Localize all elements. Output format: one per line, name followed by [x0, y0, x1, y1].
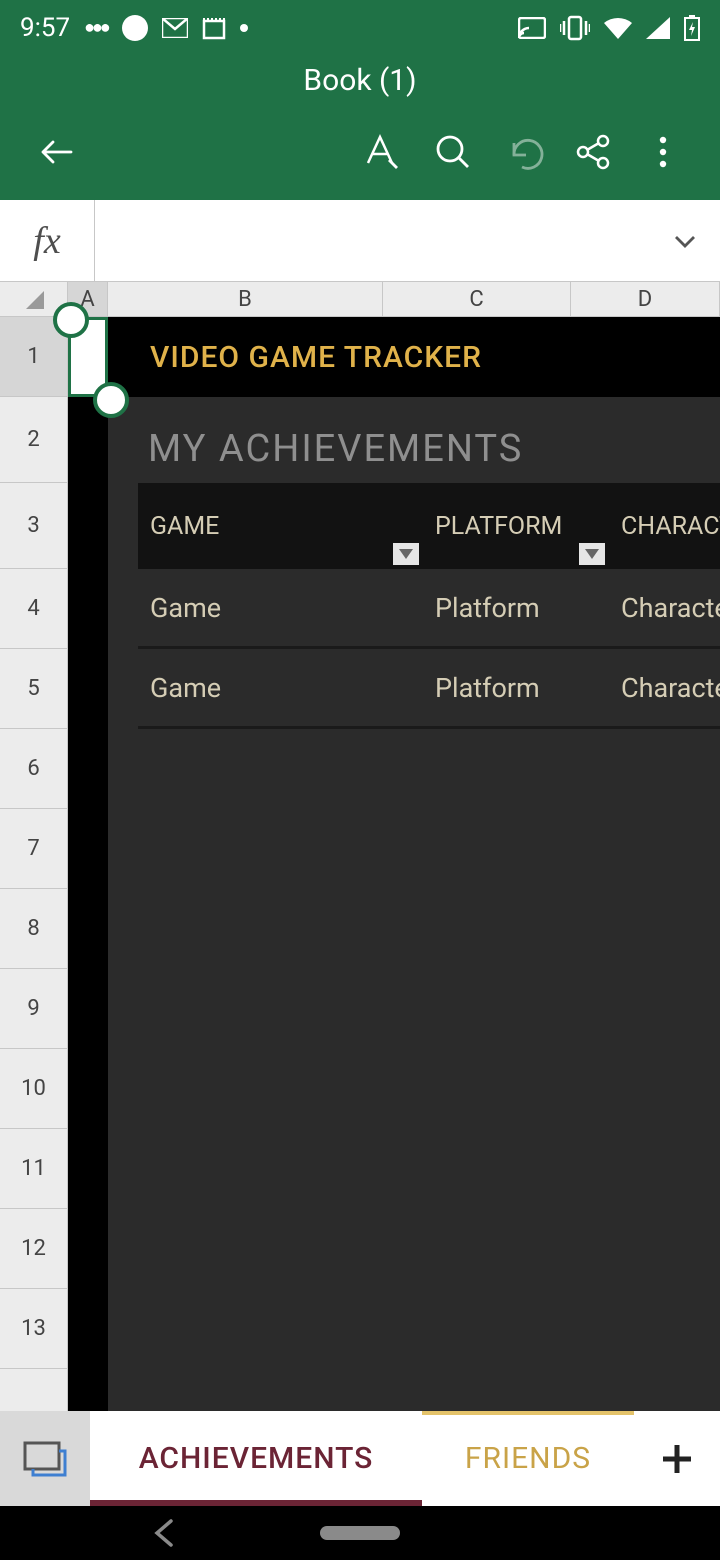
battery-charging-icon — [684, 15, 700, 41]
col-header-d[interactable]: D — [571, 282, 720, 316]
worksheet-title-band: VIDEO GAME TRACKER — [108, 317, 720, 397]
cell-platform[interactable]: Platform — [423, 649, 609, 726]
cell-character[interactable]: Character — [609, 569, 720, 646]
vpn-icon: ●●● — [84, 17, 108, 38]
cast-icon — [518, 17, 546, 39]
content-background — [108, 317, 720, 1411]
column-headers: A B C D — [0, 282, 720, 317]
row-header-4[interactable]: 4 — [0, 569, 67, 649]
cell-game[interactable]: Game — [138, 649, 423, 726]
row-header-9[interactable]: 9 — [0, 969, 67, 1049]
nav-back-button[interactable] — [153, 1519, 175, 1547]
share-button[interactable] — [558, 122, 628, 182]
sheets-panel-button[interactable] — [0, 1411, 90, 1506]
tab-achievements[interactable]: ACHIEVEMENTS — [90, 1411, 422, 1506]
expand-formula-button[interactable] — [650, 228, 720, 254]
cell-selection[interactable] — [68, 317, 108, 397]
th-character[interactable]: CHARACTER PL — [609, 483, 720, 569]
col-header-c[interactable]: C — [383, 282, 571, 316]
undo-button[interactable] — [488, 122, 558, 182]
row-header-13[interactable]: 13 — [0, 1289, 67, 1369]
sheet-tabs: ACHIEVEMENTS FRIENDS — [0, 1411, 720, 1506]
table-header-row: GAME PLATFORM CHARACTER PL — [138, 483, 720, 569]
app-bar: Book (1) — [0, 55, 720, 200]
sheet-area[interactable]: VIDEO GAME TRACKER MY ACHIEVEMENTS GAME … — [68, 317, 720, 1411]
row-header-11[interactable]: 11 — [0, 1129, 67, 1209]
cell-character[interactable]: Character — [609, 649, 720, 726]
filter-game-button[interactable] — [393, 543, 419, 565]
formula-bar: fx — [0, 200, 720, 282]
table-row[interactable]: Game Platform Character — [138, 569, 720, 649]
back-button[interactable] — [22, 122, 92, 182]
cell-platform[interactable]: Platform — [423, 569, 609, 646]
th-platform[interactable]: PLATFORM — [423, 483, 609, 569]
overflow-menu-button[interactable] — [628, 122, 698, 182]
row-header-6[interactable]: 6 — [0, 729, 67, 809]
android-status-bar: 9:57 ●●● — [0, 0, 720, 55]
row-header-8[interactable]: 8 — [0, 889, 67, 969]
cell-game[interactable]: Game — [138, 569, 423, 646]
row-header-10[interactable]: 10 — [0, 1049, 67, 1129]
tab-friends[interactable]: FRIENDS — [422, 1411, 634, 1506]
col-header-b[interactable]: B — [108, 282, 383, 316]
notification-dot-icon — [122, 15, 148, 41]
row-header-12[interactable]: 12 — [0, 1209, 67, 1289]
nav-home-pill[interactable] — [320, 1526, 400, 1540]
vibrate-icon — [560, 15, 590, 41]
worksheet-title: VIDEO GAME TRACKER — [150, 340, 482, 375]
row-header-2[interactable]: 2 — [0, 397, 67, 483]
status-time: 9:57 — [20, 13, 70, 43]
filter-platform-button[interactable] — [579, 543, 605, 565]
gmail-icon — [162, 18, 188, 38]
section-heading: MY ACHIEVEMENTS — [148, 427, 523, 471]
table-row[interactable]: Game Platform Character — [138, 649, 720, 729]
calendar-icon — [202, 16, 226, 40]
android-nav-bar — [0, 1506, 720, 1560]
cell-signal-icon — [646, 17, 670, 39]
selection-handle-bottom[interactable] — [93, 382, 129, 418]
more-notif-dot-icon — [240, 24, 248, 32]
formula-input[interactable] — [95, 200, 650, 281]
row-header-7[interactable]: 7 — [0, 809, 67, 889]
search-button[interactable] — [418, 122, 488, 182]
th-game[interactable]: GAME — [138, 483, 423, 569]
row-header-3[interactable]: 3 — [0, 483, 67, 569]
row-headers: 1 2 3 4 5 6 7 8 9 10 11 12 13 — [0, 317, 68, 1411]
document-title: Book (1) — [0, 59, 720, 98]
spreadsheet-grid[interactable]: 1 2 3 4 5 6 7 8 9 10 11 12 13 VIDEO GAME… — [0, 317, 720, 1411]
fx-icon[interactable]: fx — [0, 200, 95, 281]
format-button[interactable] — [348, 122, 418, 182]
add-sheet-button[interactable] — [634, 1411, 720, 1506]
selection-handle-top[interactable] — [53, 302, 89, 338]
wifi-icon — [604, 17, 632, 39]
row-header-5[interactable]: 5 — [0, 649, 67, 729]
